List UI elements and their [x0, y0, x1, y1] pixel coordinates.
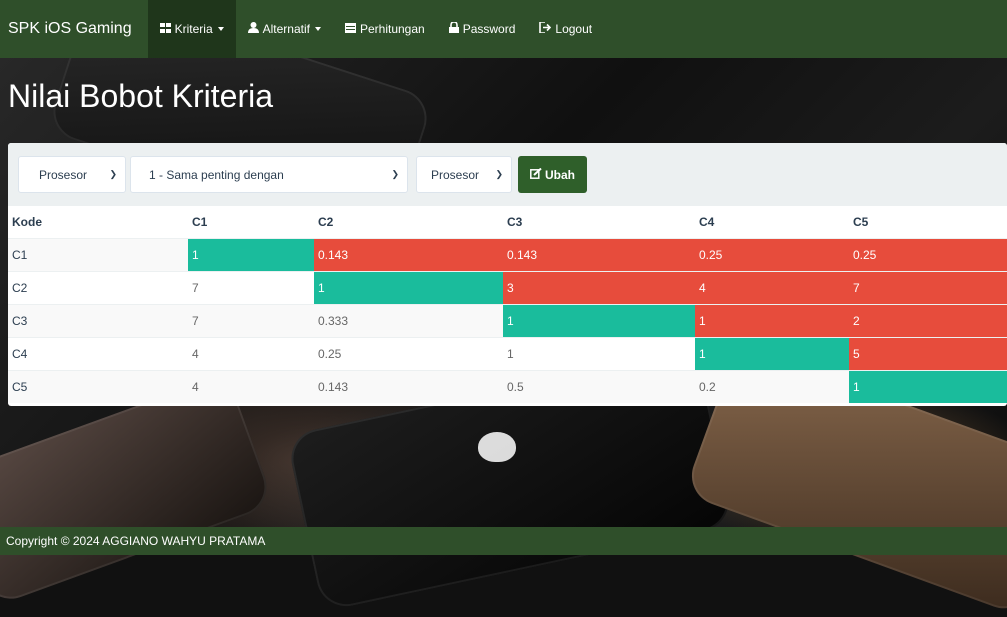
table-row: C4 4 0.25 1 1 5 — [8, 336, 1007, 370]
criteria-matrix-table: Kode C1 C2 C3 C4 C5 C1 1 0.143 0.143 0.2… — [8, 206, 1007, 403]
row-code: C4 — [8, 336, 188, 370]
table-cell: 4 — [695, 270, 849, 304]
column-header: C4 — [699, 214, 715, 229]
navbar: SPK iOS Gaming Kriteria Alternatif Perhi… — [0, 0, 1007, 58]
edit-icon — [530, 167, 542, 182]
table-cell: 0.25 — [695, 237, 849, 271]
nav-logout[interactable]: Logout — [527, 0, 604, 58]
table-cell: 1 — [695, 303, 849, 337]
comparison-select[interactable]: 1 - Sama penting dengan ❯ — [130, 156, 408, 193]
table-cell: 0.143 — [503, 237, 695, 271]
nav-kriteria[interactable]: Kriteria — [147, 0, 236, 58]
table-row: C3 7 0.333 1 1 2 — [8, 303, 1007, 337]
table-row: C1 1 0.143 0.143 0.25 0.25 — [8, 237, 1007, 271]
nav-password-label: Password — [462, 22, 516, 36]
criteria-left-select[interactable]: Prosesor ❯ — [18, 156, 126, 193]
brand-link[interactable]: SPK iOS Gaming — [0, 0, 142, 58]
chevron-down-icon: ❯ — [109, 169, 117, 179]
chevron-down-icon: ❯ — [391, 169, 399, 179]
table-cell: 0.143 — [314, 237, 503, 271]
criteria-right-value: Prosesor — [431, 167, 480, 182]
nav-kriteria-label: Kriteria — [174, 22, 213, 36]
table-cell: 0.25 — [849, 237, 1007, 271]
table-cell: 1 — [314, 270, 503, 304]
row-code: C2 — [8, 270, 188, 304]
chevron-down-icon: ❯ — [495, 169, 503, 179]
nav-perhitungan[interactable]: Perhitungan — [333, 0, 437, 58]
table-cell: 1 — [188, 237, 314, 271]
table-cell: 7 — [849, 270, 1007, 304]
table-row: C5 4 0.143 0.5 0.2 1 — [8, 369, 1007, 403]
comparison-form: Prosesor ❯ 1 - Sama penting dengan ❯ Pro… — [8, 143, 1007, 206]
column-header: C5 — [853, 214, 869, 229]
table-cell: 4 — [188, 336, 314, 370]
row-code: C5 — [8, 369, 188, 403]
nav-alternatif-label: Alternatif — [262, 22, 310, 36]
nav-password[interactable]: Password — [437, 0, 528, 58]
caret-down-icon — [314, 27, 321, 31]
nav-logout-label: Logout — [555, 22, 593, 36]
row-code: C3 — [8, 303, 188, 337]
table-cell: 5 — [849, 336, 1007, 370]
table-cell: 7 — [188, 303, 314, 337]
table-cell: 0.2 — [695, 369, 849, 403]
lock-icon — [448, 21, 459, 36]
row-code: C1 — [8, 237, 188, 271]
table-cell: 1 — [503, 303, 695, 337]
calendar-icon — [344, 22, 356, 36]
phone-image — [0, 372, 275, 608]
copyright-text: Copyright © 2024 AGGIANO WAHYU PRATAMA — [6, 534, 266, 548]
table-cell: 3 — [503, 270, 695, 304]
table-cell: 0.143 — [314, 369, 503, 403]
grid-icon — [159, 22, 171, 36]
page-title: Nilai Bobot Kriteria — [8, 78, 273, 114]
column-header: C2 — [318, 214, 334, 229]
table-cell: 4 — [188, 369, 314, 403]
column-header: Kode — [12, 214, 42, 229]
nav-perhitungan-label: Perhitungan — [359, 22, 425, 36]
user-icon — [247, 22, 259, 36]
comparison-value: 1 - Sama penting dengan — [149, 167, 284, 182]
logout-icon — [539, 21, 552, 36]
table-cell: 2 — [849, 303, 1007, 337]
ubah-button[interactable]: Ubah — [518, 156, 587, 193]
table-cell: 0.333 — [314, 303, 503, 337]
table-cell: 1 — [503, 336, 695, 370]
table-cell: 1 — [849, 369, 1007, 403]
table-cell: 7 — [188, 270, 314, 304]
criteria-right-select[interactable]: Prosesor ❯ — [416, 156, 512, 193]
footer: Copyright © 2024 AGGIANO WAHYU PRATAMA — [0, 527, 1007, 555]
comparison-panel: Prosesor ❯ 1 - Sama penting dengan ❯ Pro… — [8, 143, 1007, 406]
table-header-row: Kode C1 C2 C3 C4 C5 — [8, 206, 1007, 238]
table-cell: 1 — [695, 336, 849, 370]
apple-logo — [478, 432, 516, 462]
table-cell: 0.25 — [314, 336, 503, 370]
caret-down-icon — [217, 27, 224, 31]
table-row: C2 7 1 3 4 7 — [8, 270, 1007, 304]
criteria-left-value: Prosesor — [39, 167, 88, 182]
column-header: C1 — [192, 214, 208, 229]
column-header: C3 — [507, 214, 523, 229]
ubah-label: Ubah — [545, 167, 575, 182]
nav-alternatif[interactable]: Alternatif — [236, 0, 333, 58]
table-cell: 0.5 — [503, 369, 695, 403]
